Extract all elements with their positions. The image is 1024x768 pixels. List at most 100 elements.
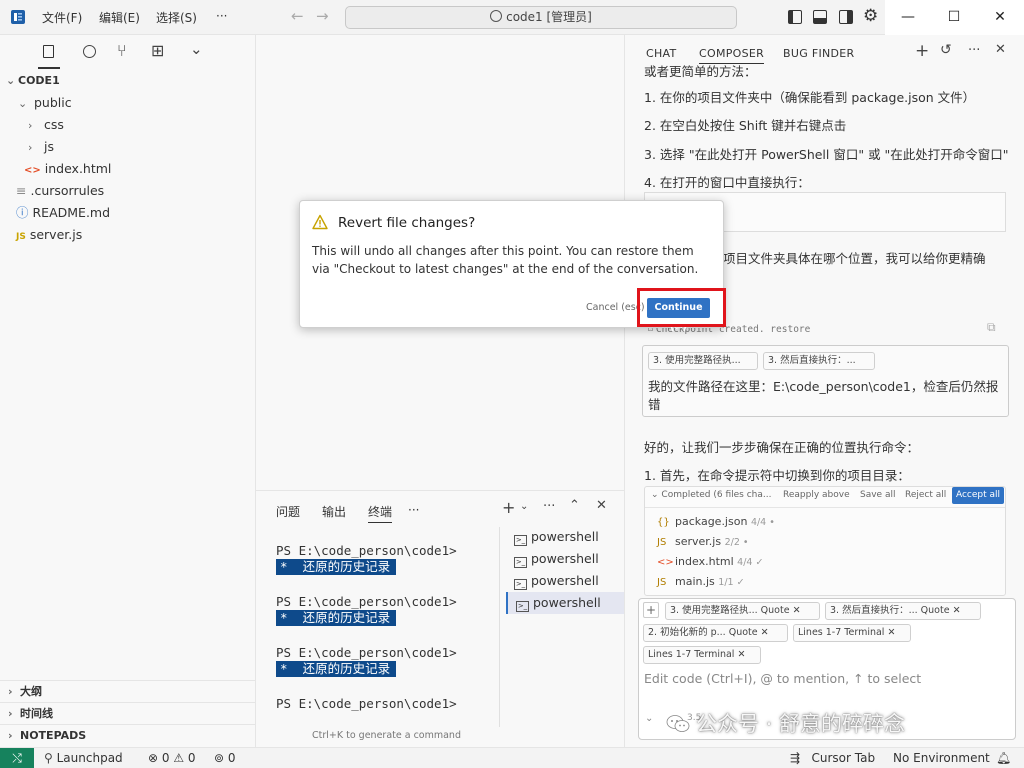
- back-arrow-icon[interactable]: ←: [291, 7, 304, 25]
- composer-input-placeholder[interactable]: Edit code (Ctrl+I), @ to mention, ↑ to s…: [644, 671, 921, 686]
- tab-bug-finder[interactable]: BUG FINDER: [783, 47, 854, 60]
- menu-edit[interactable]: 编辑(E): [99, 9, 140, 26]
- notifications-bell-icon[interactable]: 🔔︎: [996, 751, 1011, 765]
- maximize-button[interactable]: ☐: [931, 0, 977, 35]
- divider: [499, 527, 500, 727]
- forward-arrow-icon[interactable]: →: [316, 7, 329, 25]
- context-chip[interactable]: Lines 1-7 Terminal ✕: [643, 646, 761, 664]
- menu-selection[interactable]: 选择(S): [156, 9, 197, 26]
- environment-item[interactable]: No Environment: [893, 751, 990, 765]
- section-outline[interactable]: › 大纲: [0, 680, 255, 702]
- context-chip[interactable]: 3. 然后直接执行：... Quote ✕: [825, 602, 981, 620]
- tab-terminal[interactable]: 终端: [368, 503, 393, 523]
- terminal-output[interactable]: PS E:\code_person\code1> * 还原的历史记录 PS E:…: [256, 527, 496, 727]
- file-name: index.html: [675, 555, 734, 568]
- tab-more[interactable]: ···: [408, 503, 419, 517]
- search-view-icon[interactable]: [83, 45, 96, 58]
- chevron-up-icon[interactable]: ⌃: [569, 498, 580, 513]
- dialog-title: Revert file changes?: [338, 215, 476, 231]
- toggle-panel-icon[interactable]: [813, 10, 827, 24]
- tab-problems[interactable]: 问题: [276, 503, 300, 520]
- user-message[interactable]: 3. 使用完整路径执... 3. 然后直接执行：... 我的文件路径在这里：E:…: [642, 345, 1009, 417]
- reapply-button[interactable]: Reapply above: [783, 490, 850, 500]
- quote-chip[interactable]: 3. 使用完整路径执...: [648, 352, 758, 370]
- more-icon[interactable]: ···: [968, 43, 980, 58]
- history-icon[interactable]: ↺: [940, 42, 952, 58]
- menu-file[interactable]: 文件(F): [42, 9, 82, 26]
- add-context-icon[interactable]: +: [643, 602, 659, 618]
- tree-item-css[interactable]: › css: [28, 114, 64, 136]
- project-root[interactable]: ⌄ CODE1: [6, 70, 60, 92]
- rocket-icon: ⚲: [44, 751, 53, 765]
- close-panel-icon[interactable]: ✕: [596, 498, 607, 513]
- launchpad-item[interactable]: ⚲ Launchpad: [44, 751, 123, 765]
- tree-item-cursorrules[interactable]: ≡ .cursorrules: [16, 180, 104, 202]
- chevron-right-icon: ›: [28, 119, 33, 132]
- file-count: 4/4 •: [750, 517, 775, 528]
- new-terminal-icon[interactable]: +: [502, 498, 515, 517]
- tree-item-readme[interactable]: ⓘ README.md: [16, 202, 110, 224]
- chat-text: 4. 在打开的窗口中直接执行：: [644, 175, 810, 190]
- changed-file-row[interactable]: JS server.js 2/2 •: [657, 535, 749, 548]
- changes-summary[interactable]: ⌄ Completed (6 files cha...: [651, 490, 776, 500]
- context-chip[interactable]: 3. 使用完整路径执... Quote ✕: [665, 602, 820, 620]
- context-chip[interactable]: Lines 1-7 Terminal ✕: [793, 624, 911, 642]
- copy-icon[interactable]: ⧉: [987, 320, 996, 335]
- tree-item-public[interactable]: ⌄ public: [18, 92, 72, 114]
- tree-item-label: server.js: [29, 227, 83, 242]
- reject-all-button[interactable]: Reject all: [905, 490, 946, 500]
- tab-chat[interactable]: CHAT: [646, 47, 677, 60]
- tab-composer[interactable]: COMPOSER: [699, 47, 765, 64]
- cursor-tab-item[interactable]: ⇶ Cursor Tab: [790, 751, 875, 765]
- terminal-instance[interactable]: >_ powershell: [506, 526, 624, 548]
- close-button[interactable]: ✕: [977, 0, 1023, 35]
- section-label: NOTEPADS: [20, 729, 87, 742]
- tree-item-label: public: [33, 95, 72, 110]
- cancel-button[interactable]: Cancel (esc): [586, 302, 645, 313]
- tree-item-index-html[interactable]: <> index.html: [24, 158, 111, 180]
- source-control-icon[interactable]: ⑂: [117, 41, 127, 60]
- section-notepads[interactable]: › NOTEPADS: [0, 724, 255, 746]
- more-actions-icon[interactable]: ···: [543, 499, 555, 514]
- json-file-icon: {}: [657, 517, 670, 528]
- settings-gear-icon[interactable]: ⚙: [863, 6, 878, 26]
- tree-item-server-js[interactable]: JS server.js: [16, 224, 82, 246]
- changed-file-row[interactable]: JS main.js 1/1 ✓: [657, 575, 745, 588]
- menu-more[interactable]: ···: [216, 9, 227, 23]
- tree-item-js[interactable]: › js: [28, 136, 54, 158]
- save-all-button[interactable]: Save all: [860, 490, 895, 500]
- changed-file-row[interactable]: <>index.html 4/4 ✓: [657, 555, 763, 568]
- chevron-down-icon[interactable]: ⌄: [190, 40, 203, 58]
- info-file-icon: ⓘ: [16, 205, 29, 220]
- terminal-label: powershell: [532, 595, 601, 610]
- remote-indicator-icon[interactable]: ⤭: [0, 748, 34, 768]
- terminal-instance[interactable]: >_ powershell: [506, 548, 624, 570]
- quote-chip[interactable]: 3. 然后直接执行：...: [763, 352, 875, 370]
- chevron-down-icon[interactable]: ⌄: [645, 713, 653, 724]
- highlight-annotation-box: [637, 288, 726, 327]
- command-center-search[interactable]: code1 [管理员]: [345, 6, 737, 29]
- chat-text: 3. 选择 "在此处打开 PowerShell 窗口" 或 "在此处打开命令窗口…: [644, 147, 1009, 162]
- tab-output[interactable]: 输出: [322, 503, 346, 520]
- section-timeline[interactable]: › 时间线: [0, 702, 255, 724]
- context-chip[interactable]: 2. 初始化新的 p... Quote ✕: [643, 624, 788, 642]
- extensions-icon[interactable]: ⊞: [151, 41, 164, 60]
- changed-file-row[interactable]: {} package.json 4/4 •: [657, 515, 775, 528]
- chat-text: 1. 在你的项目文件夹中（确保能看到 package.json 文件）: [644, 90, 976, 105]
- file-count: 4/4 ✓: [737, 557, 764, 568]
- problems-counter[interactable]: ⊗ 0 ⚠ 0: [148, 751, 196, 765]
- terminal-instance[interactable]: >_ powershell: [506, 570, 624, 592]
- minimize-button[interactable]: —: [885, 0, 931, 35]
- toggle-primary-sidebar-icon[interactable]: [788, 10, 802, 24]
- terminal-instance-active[interactable]: >_ powershell: [506, 592, 624, 614]
- ports-item[interactable]: ⊚ 0: [214, 751, 236, 765]
- add-icon[interactable]: +: [915, 41, 929, 61]
- close-icon[interactable]: ✕: [995, 42, 1006, 57]
- chevron-down-icon[interactable]: ⌄: [520, 501, 528, 512]
- composer-pane: CHAT COMPOSER BUG FINDER + ↺ ··· ✕ 或者更简单…: [624, 35, 1024, 747]
- explorer-activity[interactable]: [38, 41, 60, 69]
- accept-all-button[interactable]: Accept all: [952, 487, 1004, 504]
- chat-text: 或者更简单的方法：: [644, 65, 757, 79]
- tree-item-label: js: [43, 139, 54, 154]
- toggle-secondary-sidebar-icon[interactable]: [839, 10, 853, 24]
